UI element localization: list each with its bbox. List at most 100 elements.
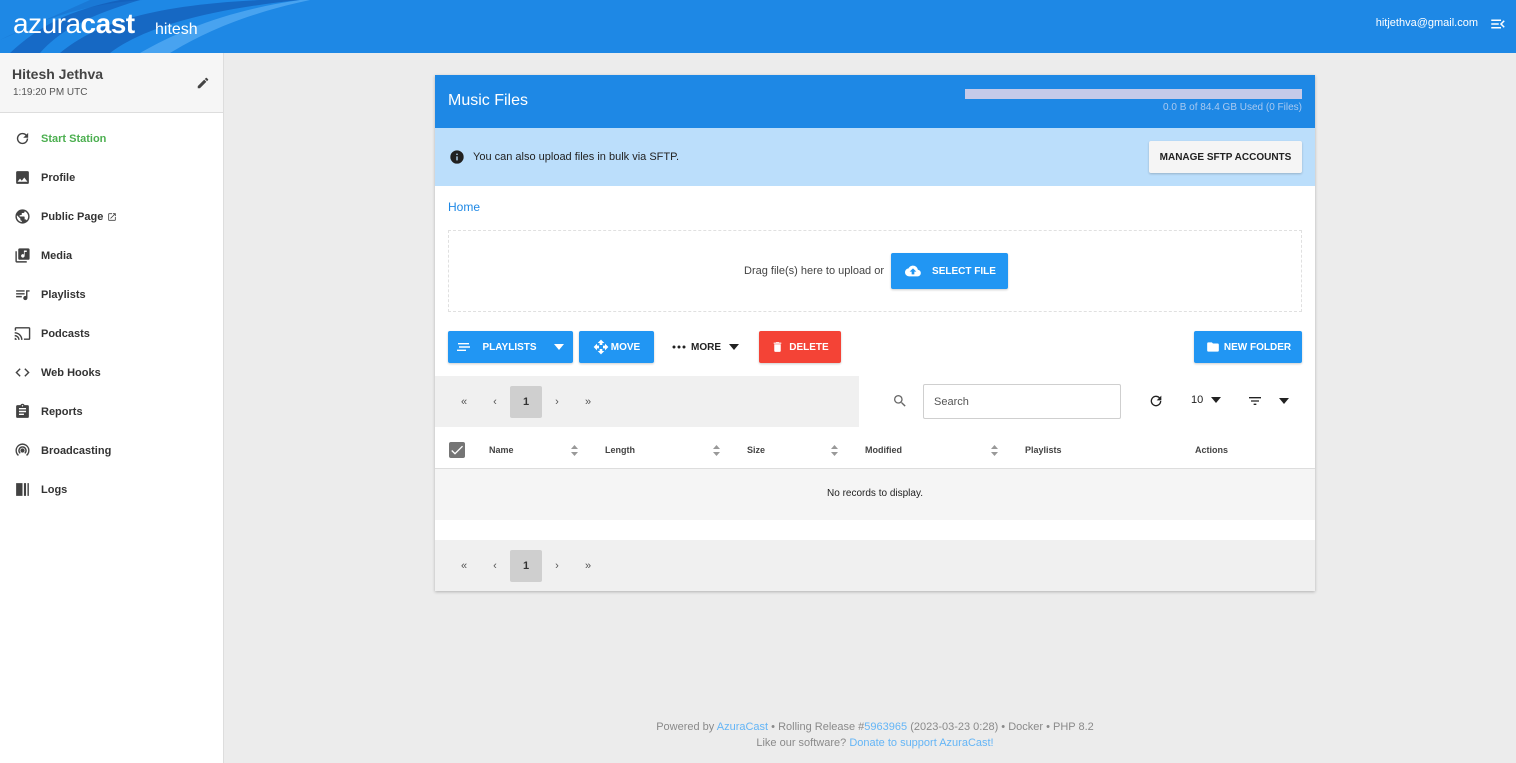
caret-down-icon (1211, 397, 1222, 403)
sidebar-item-label: Web Hooks (41, 366, 101, 379)
empty-state-text: No records to display. (827, 488, 923, 499)
move-label: MOVE (610, 341, 641, 353)
pager-next[interactable]: › (541, 550, 573, 582)
pagination-bottom: « ‹ 1 › » (435, 540, 1315, 591)
image-icon (16, 171, 29, 184)
logs-icon (16, 483, 29, 496)
azuracast-link[interactable]: AzuraCast (717, 721, 768, 733)
cloud-upload-icon (905, 265, 921, 277)
music-library-icon (15, 248, 30, 263)
caret-down-icon[interactable] (1279, 398, 1289, 404)
refresh-icon (16, 132, 29, 145)
sidebar-item-reports[interactable]: Reports (0, 392, 223, 431)
check-icon (451, 445, 463, 455)
sidebar-item-logs[interactable]: Logs (0, 470, 223, 509)
pager-last[interactable]: » (572, 386, 604, 418)
brand-bold: cast (80, 8, 136, 39)
footer-release-prefix: • Rolling Release # (771, 721, 865, 733)
sidebar-item-label: Logs (41, 483, 68, 496)
sftp-info-text: You can also upload files in bulk via SF… (473, 151, 680, 163)
sidebar-item-web-hooks[interactable]: Web Hooks (0, 353, 223, 392)
column-header-actions: Actions (1195, 445, 1229, 455)
folder-icon (1207, 342, 1219, 352)
card-header: Music Files 0.0 B of 84.4 GB Used (0 Fil… (435, 75, 1315, 128)
column-header-modified[interactable]: Modified (865, 445, 902, 455)
sidebar-item-start-station[interactable]: Start Station (0, 119, 223, 158)
footer-line-2: Like our software? Donate to support Azu… (435, 735, 1315, 751)
column-header-name[interactable]: Name (489, 445, 514, 455)
info-icon (450, 150, 464, 164)
footer-line-1: Powered by AzuraCast • Rolling Release #… (435, 719, 1315, 735)
pager-next[interactable]: › (541, 386, 573, 418)
sidebar-nav: Start Station Profile Public Page Media … (0, 113, 223, 509)
column-header-length[interactable]: Length (605, 445, 635, 455)
globe-icon (15, 209, 30, 224)
caret-down-icon (553, 344, 564, 350)
sort-icon[interactable] (713, 445, 720, 456)
menu-collapse-icon[interactable] (1489, 15, 1507, 33)
column-header-size[interactable]: Size (747, 445, 765, 455)
dropzone-text: Drag file(s) here to upload or (744, 265, 885, 277)
sidebar-item-broadcasting[interactable]: Broadcasting (0, 431, 223, 470)
pager-last[interactable]: » (572, 550, 604, 582)
station-user-name: Hitesh Jethva (12, 66, 104, 82)
footer-powered-by: Powered by (656, 721, 715, 733)
delete-button[interactable]: DELETE (759, 331, 841, 363)
queue-music-icon (16, 290, 30, 301)
new-folder-button[interactable]: NEW FOLDER (1194, 331, 1302, 363)
select-all-checkbox[interactable] (449, 442, 465, 458)
pager-first[interactable]: « (448, 386, 480, 418)
sftp-info-alert: You can also upload files in bulk via SF… (435, 128, 1315, 186)
upload-dropzone[interactable]: Drag file(s) here to upload or SELECT FI… (448, 230, 1302, 312)
code-icon (15, 368, 30, 377)
station-time: 1:19:20 PM UTC (13, 87, 88, 98)
brand-logo[interactable]: azuracast (13, 8, 135, 40)
sidebar-item-label: Reports (41, 405, 83, 418)
refresh-icon[interactable] (1148, 393, 1164, 409)
sidebar-item-label: Playlists (41, 288, 86, 301)
pager-prev[interactable]: ‹ (479, 386, 511, 418)
sort-icon[interactable] (831, 445, 838, 456)
pager-prev[interactable]: ‹ (479, 550, 511, 582)
sort-icon[interactable] (991, 445, 998, 456)
sidebar-item-podcasts[interactable]: Podcasts (0, 314, 223, 353)
donate-link[interactable]: Donate to support AzuraCast! (849, 737, 993, 749)
page-footer: Powered by AzuraCast • Rolling Release #… (435, 719, 1315, 751)
edit-pencil-icon[interactable] (196, 76, 210, 90)
pagination-top: « ‹ 1 › » (435, 376, 859, 427)
commit-link[interactable]: 5963965 (864, 721, 907, 733)
sidebar-item-label: Public Page (41, 210, 104, 223)
sidebar-item-media[interactable]: Media (0, 236, 223, 275)
sidebar-item-playlists[interactable]: Playlists (0, 275, 223, 314)
sidebar-item-public-page[interactable]: Public Page (0, 197, 223, 236)
breadcrumb-home[interactable]: Home (448, 200, 480, 214)
select-file-button[interactable]: SELECT FILE (891, 253, 1008, 289)
more-label: MORE (691, 341, 721, 353)
more-dropdown-button[interactable]: MORE (668, 331, 743, 363)
table-empty-row: No records to display. (435, 469, 1315, 520)
caret-down-icon (729, 344, 739, 350)
sidebar-item-label: Broadcasting (41, 444, 112, 457)
manage-sftp-accounts-button[interactable]: MANAGE SFTP ACCOUNTS (1149, 141, 1302, 173)
assignment-icon (16, 403, 29, 418)
queue-list-icon (457, 343, 471, 351)
storage-quota-text: 0.0 B of 84.4 GB Used (0 Files) (1163, 102, 1302, 113)
pager-current[interactable]: 1 (510, 549, 542, 582)
brand-light: azura (13, 8, 81, 39)
filter-list-icon[interactable] (1247, 393, 1263, 409)
station-name: hitesh (155, 21, 198, 38)
move-button[interactable]: MOVE (579, 331, 654, 363)
sort-icon[interactable] (571, 445, 578, 456)
pager-current[interactable]: 1 (510, 385, 542, 418)
playlists-dropdown-button[interactable]: PLAYLISTS (448, 331, 573, 363)
pager-first[interactable]: « (448, 550, 480, 582)
per-page-select[interactable]: 10 (1191, 394, 1222, 406)
select-file-label: SELECT FILE (932, 265, 996, 277)
new-folder-label: NEW FOLDER (1223, 341, 1292, 353)
user-email-menu[interactable]: hitjethva@gmail.com (1376, 17, 1478, 29)
footer-like-text: Like our software? (756, 737, 847, 749)
top-navbar: azuracast hitesh hitjethva@gmail.com (0, 0, 1516, 53)
search-input[interactable] (923, 384, 1121, 419)
sidebar-item-profile[interactable]: Profile (0, 158, 223, 197)
external-link-icon (108, 212, 117, 221)
